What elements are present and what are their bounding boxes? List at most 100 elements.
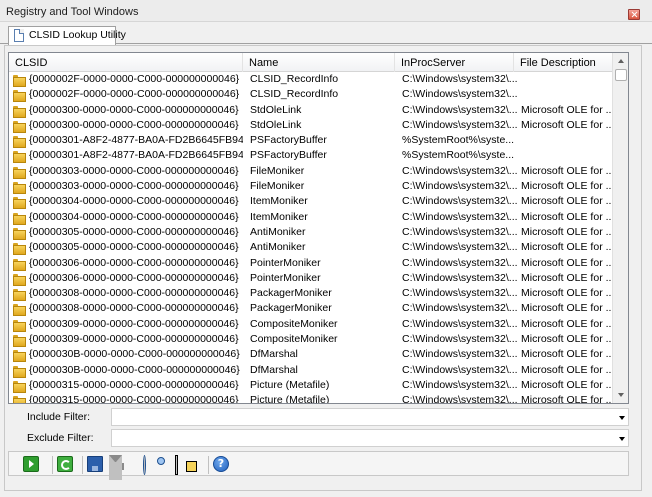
cell-file-description: Microsoft OLE for ... xyxy=(521,363,613,376)
cell-inprocserver: %SystemRoot%\syste... xyxy=(402,134,515,147)
cell-clsid: {0000030B-0000-0000-C000-000000000046} xyxy=(29,348,240,361)
cell-clsid: {00000304-0000-0000-C000-000000000046} xyxy=(29,210,239,223)
cell-inprocserver: C:\Windows\system32\... xyxy=(402,210,518,223)
grid-rows: {0000002F-0000-0000-C000-000000000046} CL… xyxy=(9,72,613,404)
cell-name: CompositeMoniker xyxy=(250,333,338,346)
table-row[interactable]: {00000309-0000-0000-C000-000000000046} Co… xyxy=(9,317,613,332)
table-row[interactable]: {00000301-A8F2-4877-BA0A-FD2B6645FB94} PS… xyxy=(9,148,613,164)
table-row[interactable]: {00000308-0000-0000-C000-000000000046} Pa… xyxy=(9,301,613,317)
cell-inprocserver: C:\Windows\system32\... xyxy=(402,180,518,193)
cell-clsid: {00000315-0000-0000-C000-000000000046} xyxy=(29,378,239,391)
include-filter-combo[interactable] xyxy=(111,408,629,426)
cell-inprocserver: C:\Windows\system32\... xyxy=(402,287,518,300)
cell-file-description: Microsoft OLE for ... xyxy=(521,271,613,284)
cell-clsid: {00000315-0000-0000-C000-000000000046} xyxy=(29,394,239,404)
cell-name: AntiMoniker xyxy=(250,241,306,254)
cell-file-description: Microsoft OLE for ... xyxy=(521,164,613,177)
table-row[interactable]: {00000305-0000-0000-C000-000000000046} An… xyxy=(9,225,613,240)
filter-icon[interactable] xyxy=(109,455,131,480)
cell-clsid: {00000301-A8F2-4877-BA0A-FD2B6645FB94} xyxy=(29,149,243,162)
table-row[interactable]: {00000303-0000-0000-C000-000000000046} Fi… xyxy=(9,179,613,195)
column-header-name[interactable]: Name xyxy=(243,53,395,72)
cell-inprocserver: C:\Windows\system32\... xyxy=(402,118,518,131)
cell-inprocserver: C:\Windows\system32\... xyxy=(402,241,518,254)
table-row[interactable]: {0000030B-0000-0000-C000-000000000046} Df… xyxy=(9,363,613,378)
bottom-toolbar: ? xyxy=(8,451,629,480)
run-icon[interactable] xyxy=(23,456,39,472)
cell-clsid: {00000306-0000-0000-C000-000000000046} xyxy=(29,256,239,269)
cell-inprocserver: C:\Windows\system32\... xyxy=(402,88,518,101)
table-row[interactable]: {00000308-0000-0000-C000-000000000046} Pa… xyxy=(9,286,613,302)
table-row[interactable]: {00000306-0000-0000-C000-000000000046} Po… xyxy=(9,271,613,286)
tab-clsid-lookup[interactable]: CLSID Lookup Utility xyxy=(8,26,126,45)
cell-name: Picture (Metafile) xyxy=(250,378,330,391)
table-row[interactable]: {00000306-0000-0000-C000-000000000046} Po… xyxy=(9,256,613,271)
table-row[interactable]: {00000309-0000-0000-C000-000000000046} Co… xyxy=(9,332,613,348)
table-row[interactable]: {0000002F-0000-0000-C000-000000000046} CL… xyxy=(9,87,613,103)
cell-clsid: {00000305-0000-0000-C000-000000000046} xyxy=(29,225,239,238)
cell-clsid: {00000309-0000-0000-C000-000000000046} xyxy=(29,317,239,330)
cell-inprocserver: C:\Windows\system32\... xyxy=(402,256,518,269)
cell-inprocserver: C:\Windows\system32\... xyxy=(402,348,518,361)
cell-clsid: {00000303-0000-0000-C000-000000000046} xyxy=(29,180,239,193)
cell-name: DfMarshal xyxy=(250,363,298,376)
table-row[interactable]: {00000305-0000-0000-C000-000000000046} An… xyxy=(9,240,613,256)
table-row[interactable]: {00000300-0000-0000-C000-000000000046} St… xyxy=(9,118,613,133)
cell-name: StdOleLink xyxy=(250,118,302,131)
cell-clsid: {00000308-0000-0000-C000-000000000046} xyxy=(29,287,239,300)
cell-inprocserver: %SystemRoot%\syste... xyxy=(402,149,515,162)
column-header-file-description[interactable]: File Description xyxy=(514,53,613,72)
cell-clsid: {00000300-0000-0000-C000-000000000046} xyxy=(29,103,239,116)
cell-name: FileMoniker xyxy=(250,164,305,177)
help-icon[interactable]: ? xyxy=(208,456,229,474)
cell-clsid: {00000309-0000-0000-C000-000000000046} xyxy=(29,333,239,346)
cell-file-description xyxy=(521,134,613,148)
table-row[interactable]: {00000315-0000-0000-C000-000000000046} Pi… xyxy=(9,393,613,404)
column-header-inprocserver[interactable]: InProcServer xyxy=(395,53,514,72)
table-row[interactable]: {00000303-0000-0000-C000-000000000046} Fi… xyxy=(9,164,613,179)
cell-name: CompositeMoniker xyxy=(250,317,338,330)
cell-file-description: Microsoft OLE for ... xyxy=(521,394,613,404)
tab-strip: CLSID Lookup Utility xyxy=(0,22,652,45)
cell-name: AntiMoniker xyxy=(250,225,306,238)
table-row[interactable]: {00000304-0000-0000-C000-000000000046} It… xyxy=(9,194,613,210)
table-row[interactable]: {00000300-0000-0000-C000-000000000046} St… xyxy=(9,103,613,118)
document-icon xyxy=(14,29,24,42)
table-row[interactable]: {00000315-0000-0000-C000-000000000046} Pi… xyxy=(9,378,613,393)
cell-name: PackagerMoniker xyxy=(250,302,332,315)
cell-inprocserver: C:\Windows\system32\... xyxy=(402,394,518,404)
exclude-filter-combo[interactable] xyxy=(111,429,629,447)
scroll-down-icon[interactable] xyxy=(613,387,628,403)
cell-clsid: {00000301-A8F2-4877-BA0A-FD2B6645FB94} xyxy=(29,134,243,147)
cell-name: PSFactoryBuffer xyxy=(250,149,327,162)
exclude-filter-label: Exclude Filter: xyxy=(27,432,94,444)
close-button[interactable] xyxy=(628,9,640,20)
grid-header: CLSID Name InProcServer File Description xyxy=(9,53,613,72)
save-icon[interactable] xyxy=(82,456,103,474)
clsid-grid[interactable]: CLSID Name InProcServer File Description… xyxy=(8,52,629,404)
cell-inprocserver: C:\Windows\system32\... xyxy=(402,103,518,116)
scroll-up-icon[interactable] xyxy=(613,53,628,69)
connect-icon[interactable] xyxy=(143,455,165,475)
cell-inprocserver: C:\Windows\system32\... xyxy=(402,333,518,346)
cell-file-description: Microsoft OLE for ... xyxy=(521,287,613,300)
column-header-clsid[interactable]: CLSID xyxy=(9,53,243,72)
cell-inprocserver: C:\Windows\system32\... xyxy=(402,317,518,330)
vertical-scrollbar[interactable] xyxy=(612,53,628,403)
cell-name: PointerMoniker xyxy=(250,271,321,284)
refresh-icon[interactable] xyxy=(52,456,73,474)
windows-icon[interactable] xyxy=(175,455,197,475)
cell-inprocserver: C:\Windows\system32\... xyxy=(402,302,518,315)
chevron-down-icon[interactable] xyxy=(619,437,625,441)
chevron-down-icon[interactable] xyxy=(619,416,625,420)
cell-file-description: Microsoft OLE for ... xyxy=(521,256,613,269)
cell-name: Picture (Metafile) xyxy=(250,394,330,404)
table-row[interactable]: {00000304-0000-0000-C000-000000000046} It… xyxy=(9,210,613,225)
cell-inprocserver: C:\Windows\system32\... xyxy=(402,164,518,177)
scroll-thumb[interactable] xyxy=(615,69,627,81)
table-row[interactable]: {0000030B-0000-0000-C000-000000000046} Df… xyxy=(9,347,613,363)
cell-clsid: {00000308-0000-0000-C000-000000000046} xyxy=(29,302,239,315)
cell-name: CLSID_RecordInfo xyxy=(250,73,339,85)
table-row[interactable]: {00000301-A8F2-4877-BA0A-FD2B6645FB94} PS… xyxy=(9,133,613,149)
table-row[interactable]: {0000002F-0000-0000-C000-000000000046} CL… xyxy=(9,72,613,87)
